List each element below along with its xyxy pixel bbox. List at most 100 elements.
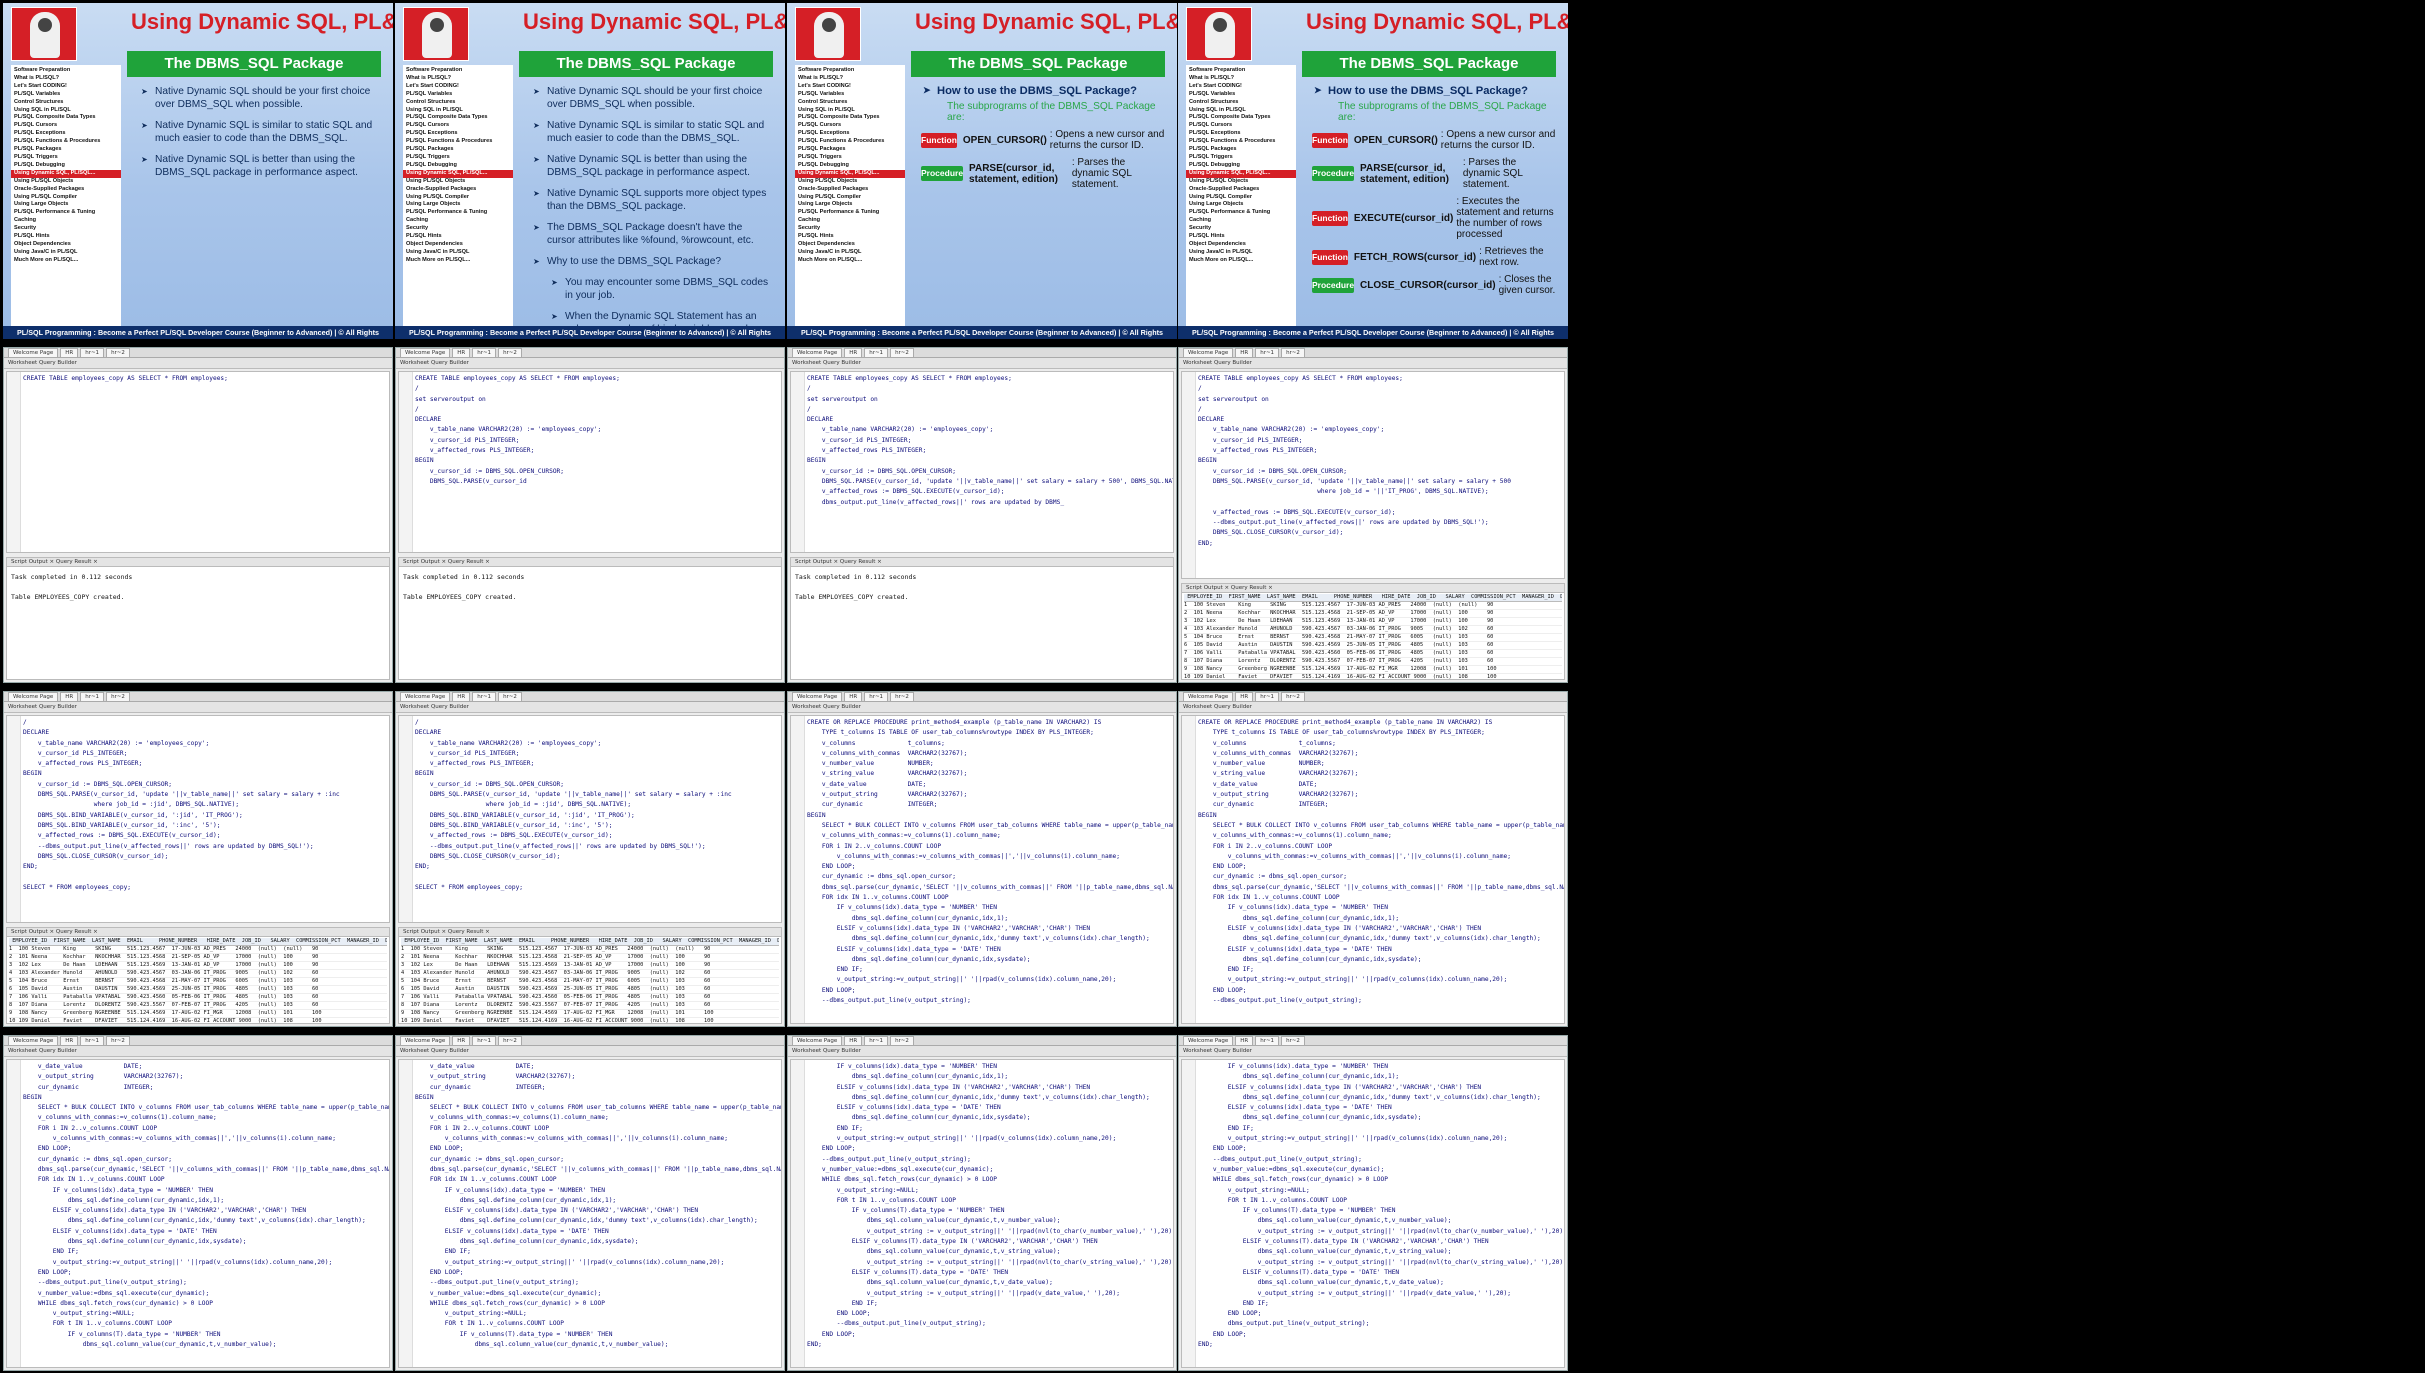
outline-item[interactable]: PL/SQL Cursors xyxy=(406,122,510,130)
editor-tab[interactable]: hr~1 xyxy=(80,692,105,701)
outline-item[interactable]: PL/SQL Triggers xyxy=(14,154,118,162)
table-row[interactable]: 7 106 Valli Pataballa VPATABAL 590.423.4… xyxy=(1184,650,1562,658)
table-row[interactable]: 5 104 Bruce Ernst BERNST 590.423.4568 21… xyxy=(1184,634,1562,642)
outline-item[interactable]: PL/SQL Performance & Tuning xyxy=(798,209,902,217)
editor-tab[interactable]: HR xyxy=(60,692,79,701)
outline-item[interactable]: PL/SQL Exceptions xyxy=(406,130,510,138)
table-row[interactable]: 9 108 Nancy Greenberg NGREENBE 515.124.4… xyxy=(1184,666,1562,674)
output-tabs[interactable]: Script Output × Query Result × xyxy=(399,558,781,567)
outline-item[interactable]: Using SQL in PL/SQL xyxy=(1189,107,1293,115)
table-row[interactable]: 3 102 Lex De Haan LDEHAAN 515.123.4569 1… xyxy=(1184,618,1562,626)
outline-item[interactable]: PL/SQL Functions & Procedures xyxy=(1189,138,1293,146)
editor-tab[interactable]: hr~2 xyxy=(1281,692,1305,701)
editor-tab[interactable]: hr~2 xyxy=(498,1036,522,1045)
table-row[interactable]: 3 102 Lex De Haan LDEHAAN 515.123.4569 1… xyxy=(401,962,779,970)
editor-tab[interactable]: HR xyxy=(1235,348,1254,357)
editor-tab[interactable]: hr~2 xyxy=(106,1036,130,1045)
editor-tab[interactable]: hr~2 xyxy=(498,692,522,701)
outline-item[interactable]: Using PL/SQL Compiler xyxy=(14,194,118,202)
outline-item[interactable]: Caching xyxy=(14,217,118,225)
outline-item[interactable]: PL/SQL Debugging xyxy=(14,162,118,170)
outline-item[interactable]: PL/SQL Triggers xyxy=(406,154,510,162)
table-row[interactable]: 6 105 David Austin DAUSTIN 590.423.4569 … xyxy=(401,986,779,994)
outline-item[interactable]: Software Preparation xyxy=(406,67,510,75)
output-tabs[interactable]: Script Output × Query Result × xyxy=(1182,584,1564,593)
editor-tab[interactable]: Welcome Page xyxy=(400,1036,451,1045)
code-editor[interactable]: IF v_columns(idx).data_type = 'NUMBER' T… xyxy=(1181,1059,1565,1368)
outline-item[interactable]: PL/SQL Debugging xyxy=(1189,162,1293,170)
outline-item[interactable]: Using PL/SQL Compiler xyxy=(798,194,902,202)
editor-tab[interactable]: HR xyxy=(60,1036,79,1045)
editor-tab[interactable]: hr~1 xyxy=(1255,348,1280,357)
outline-item[interactable]: Object Dependencies xyxy=(14,241,118,249)
code-editor[interactable]: CREATE TABLE employees_copy AS SELECT * … xyxy=(1181,371,1565,579)
editor-tab[interactable]: Welcome Page xyxy=(8,692,59,701)
outline-item[interactable]: Using SQL in PL/SQL xyxy=(406,107,510,115)
editor-tab[interactable]: hr~2 xyxy=(106,348,130,357)
outline-item[interactable]: PL/SQL Cursors xyxy=(798,122,902,130)
outline-item[interactable]: PL/SQL Cursors xyxy=(14,122,118,130)
outline-item[interactable]: Using Large Objects xyxy=(14,201,118,209)
outline-item[interactable]: Using Java/C in PL/SQL xyxy=(406,249,510,257)
outline-item[interactable]: PL/SQL Functions & Procedures xyxy=(14,138,118,146)
code-editor[interactable]: v_date_value DATE; v_output_string VARCH… xyxy=(6,1059,390,1368)
outline-item[interactable]: Using Dynamic SQL, PL/SQL... xyxy=(11,169,121,178)
outline-item[interactable]: PL/SQL Composite Data Types xyxy=(14,114,118,122)
outline-item[interactable]: PL/SQL Packages xyxy=(14,146,118,154)
outline-item[interactable]: Using PL/SQL Compiler xyxy=(406,194,510,202)
outline-item[interactable]: Oracle-Supplied Packages xyxy=(406,186,510,194)
editor-tab[interactable]: hr~1 xyxy=(1255,692,1280,701)
editor-tab[interactable]: hr~1 xyxy=(80,348,105,357)
outline-item[interactable]: PL/SQL Packages xyxy=(798,146,902,154)
outline-item[interactable]: Using Dynamic SQL, PL/SQL... xyxy=(403,169,513,178)
outline-item[interactable]: Control Structures xyxy=(406,99,510,107)
outline-item[interactable]: Control Structures xyxy=(14,99,118,107)
outline-item[interactable]: PL/SQL Performance & Tuning xyxy=(1189,209,1293,217)
outline-item[interactable]: Using PL/SQL Objects xyxy=(406,178,510,186)
outline-item[interactable]: PL/SQL Composite Data Types xyxy=(798,114,902,122)
outline-item[interactable]: PL/SQL Composite Data Types xyxy=(1189,114,1293,122)
outline-item[interactable]: Using Java/C in PL/SQL xyxy=(798,249,902,257)
editor-tab[interactable]: HR xyxy=(844,348,863,357)
editor-tab[interactable]: HR xyxy=(452,1036,471,1045)
outline-item[interactable]: PL/SQL Debugging xyxy=(406,162,510,170)
outline-item[interactable]: Security xyxy=(14,225,118,233)
outline-item[interactable]: Oracle-Supplied Packages xyxy=(798,186,902,194)
table-row[interactable]: 8 107 Diana Lorentz DLORENTZ 590.423.556… xyxy=(401,1002,779,1010)
table-row[interactable]: 2 101 Neena Kochhar NKOCHHAR 515.123.456… xyxy=(9,954,387,962)
outline-item[interactable]: Oracle-Supplied Packages xyxy=(14,186,118,194)
editor-tab[interactable]: hr~2 xyxy=(890,1036,914,1045)
table-row[interactable]: 1 100 Steven King SKING 515.123.4567 17-… xyxy=(1184,602,1562,610)
outline-item[interactable]: Using Dynamic SQL, PL/SQL... xyxy=(1186,169,1296,178)
table-row[interactable]: 5 104 Bruce Ernst BERNST 590.423.4568 21… xyxy=(401,978,779,986)
editor-tab[interactable]: HR xyxy=(844,1036,863,1045)
outline-item[interactable]: Much More on PL/SQL... xyxy=(406,257,510,265)
table-row[interactable]: 4 103 Alexander Hunold AHUNOLD 590.423.4… xyxy=(9,970,387,978)
outline-item[interactable]: What is PL/SQL? xyxy=(406,75,510,83)
editor-tab[interactable]: hr~1 xyxy=(864,692,889,701)
editor-tab[interactable]: Welcome Page xyxy=(1183,348,1234,357)
editor-tab[interactable]: HR xyxy=(1235,1036,1254,1045)
outline-item[interactable]: Oracle-Supplied Packages xyxy=(1189,186,1293,194)
outline-item[interactable]: Object Dependencies xyxy=(798,241,902,249)
outline-item[interactable]: PL/SQL Cursors xyxy=(1189,122,1293,130)
table-row[interactable]: 10 109 Daniel Faviet DFAVIET 515.124.416… xyxy=(401,1018,779,1023)
editor-tab[interactable]: hr~1 xyxy=(1255,1036,1280,1045)
table-row[interactable]: 8 107 Diana Lorentz DLORENTZ 590.423.556… xyxy=(1184,658,1562,666)
outline-item[interactable]: Using Dynamic SQL, PL/SQL... xyxy=(795,169,905,178)
outline-item[interactable]: Security xyxy=(1189,225,1293,233)
table-row[interactable]: 1 100 Steven King SKING 515.123.4567 17-… xyxy=(401,946,779,954)
output-tabs[interactable]: Script Output × Query Result × xyxy=(7,558,389,567)
editor-tab[interactable]: hr~2 xyxy=(106,692,130,701)
table-row[interactable]: 2 101 Neena Kochhar NKOCHHAR 515.123.456… xyxy=(1184,610,1562,618)
editor-tab[interactable]: hr~1 xyxy=(864,348,889,357)
table-row[interactable]: 7 106 Valli Pataballa VPATABAL 590.423.4… xyxy=(401,994,779,1002)
table-row[interactable]: 5 104 Bruce Ernst BERNST 590.423.4568 21… xyxy=(9,978,387,986)
code-editor[interactable]: CREATE OR REPLACE PROCEDURE print_method… xyxy=(790,715,1174,1024)
outline-item[interactable]: PL/SQL Hints xyxy=(1189,233,1293,241)
table-row[interactable]: 1 100 Steven King SKING 515.123.4567 17-… xyxy=(9,946,387,954)
outline-item[interactable]: What is PL/SQL? xyxy=(14,75,118,83)
editor-tab[interactable]: hr~2 xyxy=(498,348,522,357)
table-row[interactable]: 10 109 Daniel Faviet DFAVIET 515.124.416… xyxy=(1184,674,1562,679)
outline-item[interactable]: Using SQL in PL/SQL xyxy=(798,107,902,115)
